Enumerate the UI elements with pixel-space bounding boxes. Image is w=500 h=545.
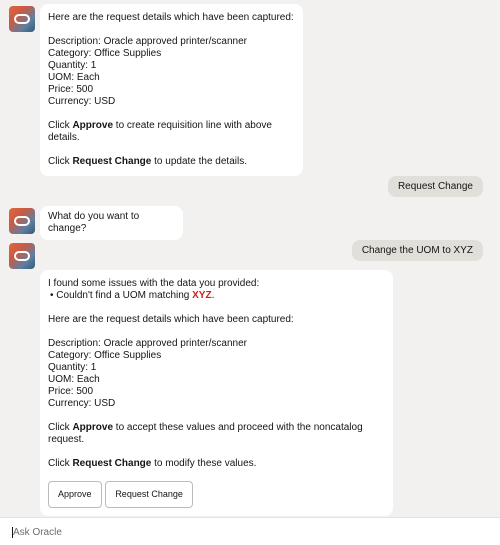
action-buttons: Approve Request Change	[48, 481, 385, 508]
approve-keyword: Approve	[72, 120, 114, 131]
detail-currency: Currency: USD	[48, 96, 116, 107]
detail-uom: UOM: Each	[48, 72, 100, 83]
oracle-logo-icon	[9, 6, 35, 32]
approve-instruction: Click Approve to create requisition line…	[48, 120, 295, 144]
detail-price: Price: 500	[48, 386, 94, 397]
detail-description: Description: Oracle approved printer/sca…	[48, 36, 247, 47]
user-message: Change the UOM to XYZ	[351, 240, 483, 261]
approve-keyword: Approve	[72, 422, 114, 433]
issue-bullet-end: .	[211, 290, 215, 301]
issue-value: XYZ	[192, 290, 212, 301]
change-instruction: Click Request Change to modify these val…	[48, 458, 385, 470]
chat-transcript: Here are the request details which have …	[0, 0, 500, 517]
bot-message: Here are the request details which have …	[40, 4, 303, 176]
details-intro: Here are the request details which have …	[48, 12, 294, 23]
user-message: Request Change	[387, 176, 483, 197]
request-change-button[interactable]: Request Change	[105, 481, 193, 508]
detail-category: Category: Office Supplies	[48, 350, 162, 361]
oracle-logo-icon	[9, 208, 35, 234]
change-suffix: to update the details.	[151, 156, 247, 167]
change-instruction: Click Request Change to update the detai…	[48, 156, 295, 168]
bot-message: I found some issues with the data you pr…	[40, 270, 393, 516]
approve-prefix: Click	[48, 120, 73, 131]
detail-price: Price: 500	[48, 84, 94, 95]
detail-quantity: Quantity: 1	[48, 60, 97, 71]
change-keyword: Request Change	[72, 458, 152, 469]
detail-category: Category: Office Supplies	[48, 48, 162, 59]
message-composer[interactable]: Ask Oracle	[0, 517, 500, 545]
oracle-logo-icon	[9, 243, 35, 269]
approve-instruction: Click Approve to accept these values and…	[48, 422, 385, 446]
issue-intro: I found some issues with the data you pr…	[48, 278, 260, 289]
issue-bullet: • Couldn't find a UOM matching XYZ.	[48, 290, 385, 302]
issue-bullet-text: • Couldn't find a UOM matching	[50, 290, 193, 301]
bot-message: What do you want to change?	[40, 206, 183, 240]
change-keyword: Request Change	[72, 156, 152, 167]
change-suffix: to modify these values.	[151, 458, 257, 469]
detail-uom: UOM: Each	[48, 374, 100, 385]
change-prefix: Click	[48, 458, 73, 469]
detail-quantity: Quantity: 1	[48, 362, 97, 373]
approve-button[interactable]: Approve	[48, 481, 102, 508]
composer-placeholder: Ask Oracle	[13, 527, 62, 538]
details-intro: Here are the request details which have …	[48, 314, 294, 325]
change-prefix: Click	[48, 156, 73, 167]
detail-currency: Currency: USD	[48, 398, 116, 409]
detail-description: Description: Oracle approved printer/sca…	[48, 338, 247, 349]
approve-prefix: Click	[48, 422, 73, 433]
